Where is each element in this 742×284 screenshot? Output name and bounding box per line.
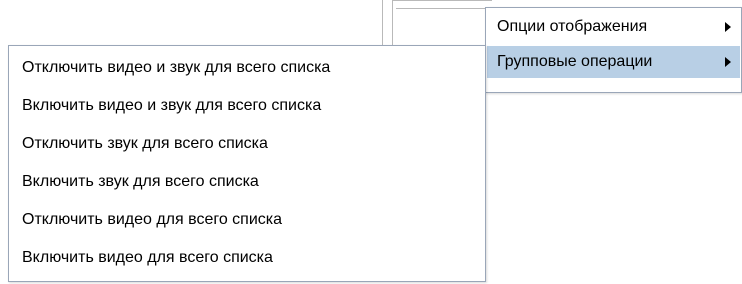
background-panel [392, 0, 492, 46]
submenu-item-disable-video[interactable]: Отключить видео для всего списка [10, 201, 484, 239]
menu-item-group-operations[interactable]: Групповые операции [487, 46, 740, 78]
submenu-item-enable-video[interactable]: Включить видео для всего списка [10, 239, 484, 277]
context-menu: Опции отображения Групповые операции [485, 7, 742, 93]
submenu-item-enable-video-audio[interactable]: Включить видео и звук для всего списка [10, 87, 484, 125]
background-divider [382, 0, 383, 46]
background-panel-line [396, 8, 492, 9]
submenu-item-disable-audio[interactable]: Отключить звук для всего списка [10, 125, 484, 163]
triangle-right-icon [725, 22, 731, 32]
menu-item-label: Групповые операции [497, 53, 653, 70]
menu-item-label: Опции отображения [497, 18, 648, 35]
submenu-item-enable-audio[interactable]: Включить звук для всего списка [10, 163, 484, 201]
triangle-right-icon [725, 57, 731, 67]
submenu-item-disable-video-audio[interactable]: Отключить видео и звук для всего списка [10, 49, 484, 87]
screen: Опции отображения Групповые операции Отк… [0, 0, 742, 284]
group-operations-submenu: Отключить видео и звук для всего списка … [8, 45, 486, 282]
menu-item-display-options[interactable]: Опции отображения [487, 11, 740, 43]
